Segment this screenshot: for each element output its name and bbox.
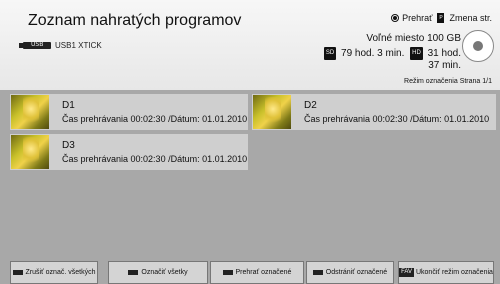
blue-key-icon [312,270,323,275]
exit-mark-mode-button[interactable]: FAV Ukončiť režim označenia [398,261,494,284]
recording-name: D3 [62,140,75,151]
sd-badge: SD [323,47,337,60]
red-key-icon [12,270,23,275]
fav-key-icon: FAV [399,268,414,277]
recording-item[interactable]: D1 Čas prehrávania 00:02:30 /Dátum: 01.0… [10,94,248,130]
unmark-all-label: Zrušiť označ. všetkých [25,269,96,276]
recording-item[interactable]: D3 Čas prehrávania 00:02:30 /Dátum: 01.0… [10,134,248,170]
hd-minutes: 37 min. [428,60,461,71]
recording-thumbnail [11,135,49,169]
yellow-key-icon [222,270,233,275]
page-change-label: Zmena str. [449,13,492,23]
footer-bar: Zrušiť označ. všetkých Označiť všetky Pr… [0,260,500,284]
usb-icon [19,41,51,49]
page-status: Režim označenia Strana 1/1 [404,78,492,85]
unmark-all-button[interactable]: Zrušiť označ. všetkých [10,261,98,284]
page-title: Zoznam nahratých programov [28,12,242,29]
recording-thumbnail [11,95,49,129]
sd-hours: 79 hod. 3 min. [341,48,405,60]
mark-mode-label: Režim označenia [404,78,458,85]
play-icon [391,14,400,22]
device-name: USB1 XTICK [55,40,102,50]
mark-all-button[interactable]: Označiť všetky [108,261,208,284]
play-marked-button[interactable]: Prehrať označené [210,261,304,284]
recording-meta: Čas prehrávania 00:02:30 /Dátum: 01.01.2… [62,154,248,164]
recording-name: D2 [304,100,317,111]
recording-thumbnail [253,95,291,129]
hd-hours: 31 hod. [427,48,461,60]
green-key-icon [128,270,139,275]
recording-name: D1 [62,100,75,111]
delete-marked-button[interactable]: Odstrániť označené [306,261,394,284]
free-space: Voľné miesto 100 GB [366,33,461,44]
page-number: Strana 1/1 [459,78,492,85]
header-controls: Prehrať P Zmena str. [391,13,492,23]
delete-marked-label: Odstrániť označené [325,269,388,276]
hd-badge: HD [410,47,423,60]
play-marked-label: Prehrať označené [235,269,292,276]
recording-meta: Čas prehrávania 00:02:30 /Dátum: 01.01.2… [304,114,490,124]
header-bar: Zoznam nahratých programov USB1 XTICK Pr… [0,0,500,90]
mark-all-label: Označiť všetky [141,269,188,276]
disk-usage-icon [462,30,494,62]
remaining-time: SD 79 hod. 3 min. HD 31 hod. 37 min. [321,47,461,71]
page-change-icon: P [437,13,445,23]
exit-mark-mode-label: Ukončiť režim označenia [415,269,493,276]
recording-meta: Čas prehrávania 00:02:30 /Dátum: 01.01.2… [62,114,248,124]
usb-device: USB1 XTICK [19,40,102,50]
recording-item[interactable]: D2 Čas prehrávania 00:02:30 /Dátum: 01.0… [252,94,496,130]
play-label: Prehrať [402,13,433,23]
